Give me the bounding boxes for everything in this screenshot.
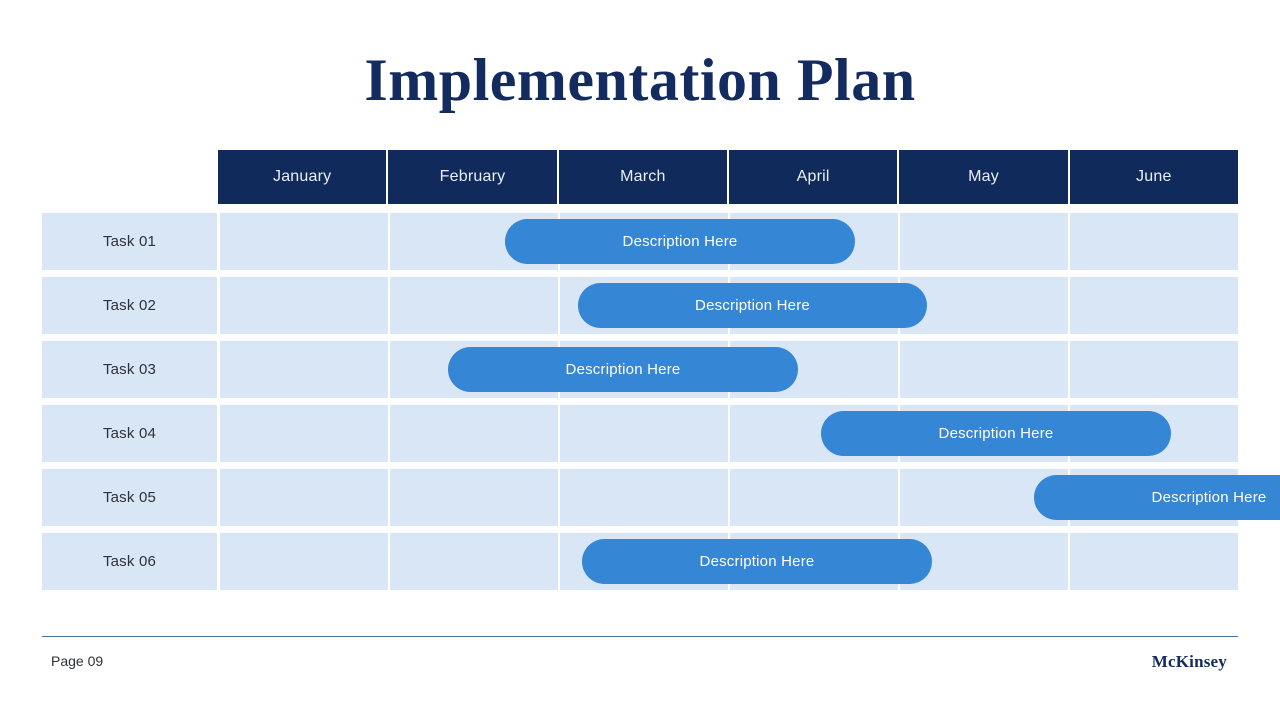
page-title: Implementation Plan — [364, 47, 916, 113]
timeline-track: Description Here — [220, 341, 1238, 398]
month-header-cell-march: March — [558, 150, 727, 204]
track-cell-march — [560, 469, 728, 526]
task-name-cell: Task 01 — [42, 213, 217, 270]
month-header-row: January February March April May June — [218, 150, 1238, 204]
track-cell-january — [220, 277, 388, 334]
timeline-track: Description Here — [220, 469, 1280, 526]
month-header-cell-april: April — [728, 150, 898, 204]
track-cell-may — [900, 341, 1068, 398]
gantt-chart: January February March April May June Ta… — [42, 150, 1280, 590]
track-cell-february — [390, 533, 558, 590]
track-cell-january — [220, 533, 388, 590]
track-cell-june — [1070, 277, 1238, 334]
table-row: Task 03 Description Here — [42, 341, 1238, 398]
timeline-track: Description Here — [220, 213, 1238, 270]
gantt-bar[interactable]: Description Here — [582, 539, 932, 584]
track-cell-january — [220, 405, 388, 462]
task-name-cell: Task 02 — [42, 277, 217, 334]
gantt-bar[interactable]: Description Here — [821, 411, 1171, 456]
timeline-track: Description Here — [220, 405, 1238, 462]
month-header-cell-may: May — [899, 150, 1068, 204]
month-header-cell-january: January — [218, 150, 387, 204]
month-label: April — [796, 168, 830, 185]
brand-logo: McKinsey — [1151, 652, 1227, 671]
track-cell-january — [220, 341, 388, 398]
track-cell-june — [1070, 341, 1238, 398]
track-cell-january — [220, 213, 388, 270]
task-name-cell: Task 05 — [42, 469, 217, 526]
track-cell-february — [390, 469, 558, 526]
month-label: May — [968, 168, 999, 185]
track-cell-june — [1070, 213, 1238, 270]
track-cell-february — [390, 277, 558, 334]
page-number: Page 09 — [51, 653, 104, 669]
month-label: February — [439, 168, 506, 185]
timeline-track: Description Here — [220, 533, 1238, 590]
table-row: Task 06 Description Here — [42, 533, 1238, 590]
footer-divider — [42, 636, 1238, 637]
table-row: Task 04 Description Here — [42, 405, 1238, 462]
table-row: Task 01 Description Here — [42, 213, 1238, 270]
track-cell-february — [390, 405, 558, 462]
task-name-cell: Task 03 — [42, 341, 217, 398]
table-row: Task 05 Description Here — [42, 469, 1280, 526]
gantt-bar[interactable]: Description Here — [448, 347, 798, 392]
task-name-cell: Task 04 — [42, 405, 217, 462]
gantt-bar[interactable]: Description Here — [1034, 475, 1280, 520]
task-name-cell: Task 06 — [42, 533, 217, 590]
track-cell-june — [1070, 533, 1238, 590]
task-rows: Task 01 Description Here Task 02 Descrip… — [42, 213, 1280, 590]
month-label: March — [620, 168, 666, 185]
track-cell-january — [220, 469, 388, 526]
gantt-bar[interactable]: Description Here — [578, 283, 927, 328]
timeline-track: Description Here — [220, 277, 1238, 334]
table-row: Task 02 Description Here — [42, 277, 1238, 334]
month-label: June — [1136, 168, 1172, 185]
month-header-cell-february: February — [388, 150, 557, 204]
track-cell-may — [900, 213, 1068, 270]
month-header-cell-june: June — [1069, 150, 1238, 204]
track-cell-march — [560, 405, 728, 462]
month-label: January — [273, 168, 332, 185]
track-cell-april — [730, 469, 898, 526]
gantt-bar[interactable]: Description Here — [505, 219, 855, 264]
